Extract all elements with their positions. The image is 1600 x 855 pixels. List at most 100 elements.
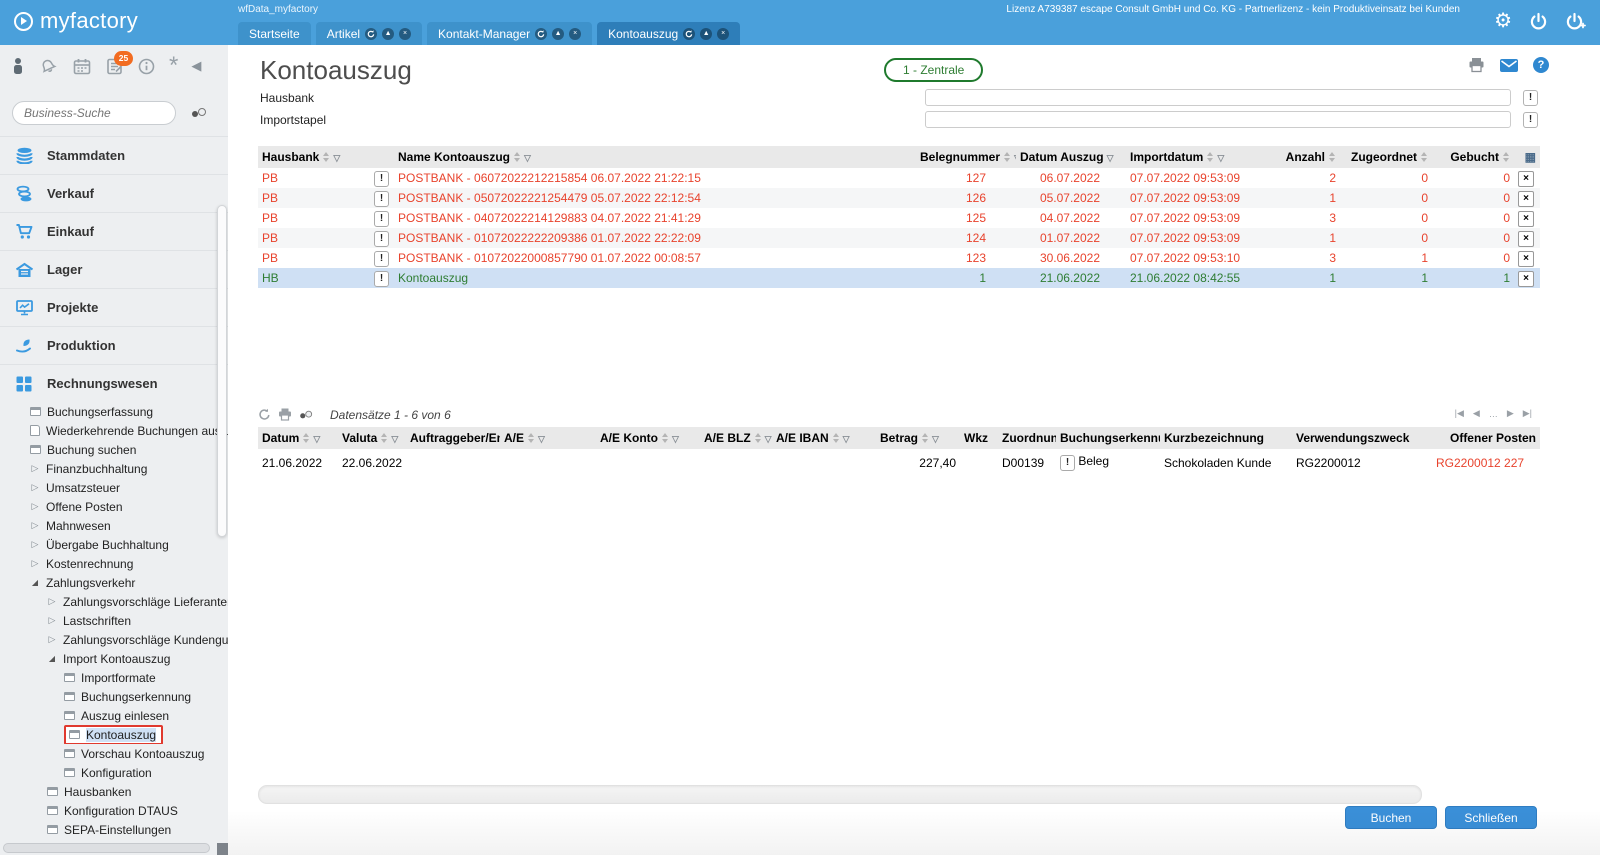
refresh-icon[interactable] — [258, 408, 271, 421]
statement-row[interactable]: PB!POSTBANK - 01072022000857790 01.07.20… — [258, 248, 1540, 268]
column-header-zugeordnet[interactable]: Zugeordnet — [1340, 146, 1432, 168]
column-header-gebucht[interactable]: Gebucht — [1432, 146, 1514, 168]
tree-item-konfiguration[interactable]: Konfiguration — [0, 763, 228, 782]
delete-row-button[interactable]: × — [1518, 231, 1534, 247]
pagination-next-icon[interactable]: ▶ — [1507, 408, 1514, 419]
sort-icon[interactable] — [1207, 152, 1214, 162]
filter-icon[interactable]: ▽ — [672, 434, 679, 444]
delete-row-button[interactable]: × — [1518, 211, 1534, 227]
logout-power-icon[interactable] — [1529, 12, 1548, 31]
expand-arrow-icon[interactable]: ▷ — [30, 558, 40, 569]
tree-item-umsatzsteuer[interactable]: ▷Umsatzsteuer — [0, 478, 228, 497]
search-options-icon[interactable] — [192, 107, 208, 119]
sort-icon[interactable] — [1421, 152, 1428, 162]
expand-arrow-icon[interactable]: ▷ — [30, 539, 40, 550]
sidebar-vertical-scrollbar[interactable] — [217, 205, 227, 537]
settings-gear-icon[interactable]: ⚙ — [1494, 11, 1512, 31]
tab-startseite[interactable]: Startseite — [238, 22, 311, 45]
column-header-datum[interactable]: Datum▽ — [258, 427, 338, 449]
collapse-arrow-icon[interactable]: ◢ — [30, 578, 40, 587]
horizontal-scrollbar[interactable] — [258, 785, 1422, 804]
filter-icon[interactable]: ▽ — [1217, 153, 1224, 163]
sort-icon[interactable] — [381, 433, 388, 443]
tree-item-lastschriften[interactable]: ▷Lastschriften — [0, 611, 228, 630]
tab-refresh-icon[interactable] — [683, 28, 695, 40]
mail-icon[interactable] — [1500, 59, 1518, 72]
column-header-importdatum[interactable]: Importdatum▽ — [1126, 146, 1278, 168]
sort-icon[interactable] — [1329, 152, 1336, 162]
sidebar-horizontal-scrollbar[interactable] — [3, 843, 210, 853]
column-header-betrag[interactable]: Betrag▽ — [876, 427, 960, 449]
column-header-name-kontoauszug[interactable]: Name Kontoauszug▽ — [394, 146, 916, 168]
tab-kontoauszug[interactable]: Kontoauszug▲× — [597, 22, 740, 45]
help-icon[interactable]: ? — [1533, 57, 1549, 73]
expand-arrow-icon[interactable]: ▷ — [30, 520, 40, 531]
tab-close-icon[interactable]: × — [399, 28, 411, 40]
column-header-hausbank[interactable]: Hausbank▽ — [258, 146, 370, 168]
hausbank-lookup-button[interactable]: ! — [1523, 90, 1538, 106]
collapse-arrow-icon[interactable]: ◢ — [47, 654, 57, 663]
tree-item-buchungserkennung[interactable]: Buchungserkennung — [0, 687, 228, 706]
statement-row[interactable]: PB!POSTBANK - 06072022212215854 06.07.20… — [258, 168, 1540, 188]
row-info-button[interactable]: ! — [374, 211, 389, 227]
filter-icon[interactable]: ▽ — [765, 434, 772, 444]
tree-item-mahnwesen[interactable]: ▷Mahnwesen — [0, 516, 228, 535]
tree-item-buchungserfassung[interactable]: Buchungserfassung — [0, 402, 228, 421]
statement-row[interactable]: PB!POSTBANK - 01072022222209386 01.07.20… — [258, 228, 1540, 248]
info-icon[interactable] — [137, 57, 156, 76]
column-header-auftraggeber-em[interactable]: Auftraggeber/Em — [406, 427, 500, 449]
column-header-a-e-iban[interactable]: A/E IBAN▽ — [772, 427, 876, 449]
tree-item-zahlungsverkehr[interactable]: ◢Zahlungsverkehr — [0, 573, 228, 592]
tab-pin-icon[interactable]: ▲ — [382, 28, 394, 40]
expand-arrow-icon[interactable]: ▷ — [47, 615, 57, 626]
site-selector-button[interactable]: 1 - Zentrale — [884, 58, 983, 82]
hausbank-input[interactable] — [925, 89, 1511, 106]
sort-icon[interactable] — [755, 433, 762, 443]
sidebar-item-rechnungswesen[interactable]: Rechnungswesen — [0, 364, 228, 402]
expand-arrow-icon[interactable]: ▷ — [30, 501, 40, 512]
filter-icon[interactable]: ▽ — [1107, 153, 1114, 163]
tree-item-offene-posten[interactable]: ▷Offene Posten — [0, 497, 228, 516]
transaction-row[interactable]: 21.06.202222.06.2022227,40D00139! BelegS… — [258, 449, 1540, 476]
tree-item-finanzbuchhaltung[interactable]: ▷Finanzbuchhaltung — [0, 459, 228, 478]
row-info-button[interactable]: ! — [374, 191, 389, 207]
row-info-button[interactable]: ! — [374, 251, 389, 267]
sidebar-item-verkauf[interactable]: Verkauf — [0, 174, 228, 212]
delete-row-button[interactable]: × — [1518, 171, 1534, 187]
expand-arrow-icon[interactable]: ▷ — [30, 482, 40, 493]
sort-icon[interactable] — [528, 433, 535, 443]
statement-row[interactable]: PB!POSTBANK - 04072022214129883 04.07.20… — [258, 208, 1540, 228]
tree-item-kontoauszug[interactable]: Kontoauszug — [0, 725, 228, 744]
sort-icon[interactable] — [662, 433, 669, 443]
collapse-sidebar-icon[interactable]: ◀ — [191, 57, 201, 75]
tree-item-konfiguration-dtaus[interactable]: Konfiguration DTAUS — [0, 801, 228, 820]
notification-icon[interactable] — [38, 57, 59, 76]
column-header-anzahl[interactable]: Anzahl — [1278, 146, 1340, 168]
statement-row[interactable]: HB!Kontoauszug121.06.202221.06.2022 08:4… — [258, 268, 1540, 288]
row-info-button[interactable]: ! — [1060, 455, 1075, 471]
column-header-valuta[interactable]: Valuta▽ — [338, 427, 406, 449]
tree-item-buchung-suchen[interactable]: Buchung suchen — [0, 440, 228, 459]
business-search-input[interactable] — [12, 101, 176, 125]
sort-icon[interactable] — [1503, 152, 1510, 162]
filter-icon[interactable]: ▽ — [1014, 153, 1016, 163]
column-header-a-e-konto[interactable]: A/E Konto▽ — [596, 427, 700, 449]
tab-kontakt-manager[interactable]: Kontakt-Manager▲× — [427, 22, 592, 45]
sort-icon[interactable] — [514, 152, 521, 162]
expand-arrow-icon[interactable]: ▷ — [47, 634, 57, 645]
schliessen-button[interactable]: Schließen — [1445, 806, 1537, 829]
tree-item-zahlungsvorschl-ge-kundengutschriften[interactable]: ▷Zahlungsvorschläge Kundengutschriften — [0, 630, 228, 649]
buchen-button[interactable]: Buchen — [1345, 806, 1437, 829]
tree-item-bergabe-buchhaltung[interactable]: ▷Übergabe Buchhaltung — [0, 535, 228, 554]
tree-item-wiederkehrende-buchungen-ausf-hren[interactable]: Wiederkehrende Buchungen ausführen — [0, 421, 228, 440]
sidebar-item-stammdaten[interactable]: Stammdaten — [0, 136, 228, 174]
filter-icon[interactable]: ▽ — [932, 434, 939, 444]
tree-item-importformate[interactable]: Importformate — [0, 668, 228, 687]
tree-item-zahlungsvorschl-ge-lieferanten[interactable]: ▷Zahlungsvorschläge Lieferanten — [0, 592, 228, 611]
filter-icon[interactable]: ▽ — [333, 153, 340, 163]
importstapel-input[interactable] — [925, 111, 1511, 128]
tree-item-hausbanken[interactable]: Hausbanken — [0, 782, 228, 801]
tree-item-sepa-einstellungen[interactable]: SEPA-Einstellungen — [0, 820, 228, 839]
row-info-button[interactable]: ! — [374, 171, 389, 187]
delete-row-button[interactable]: × — [1518, 271, 1534, 287]
